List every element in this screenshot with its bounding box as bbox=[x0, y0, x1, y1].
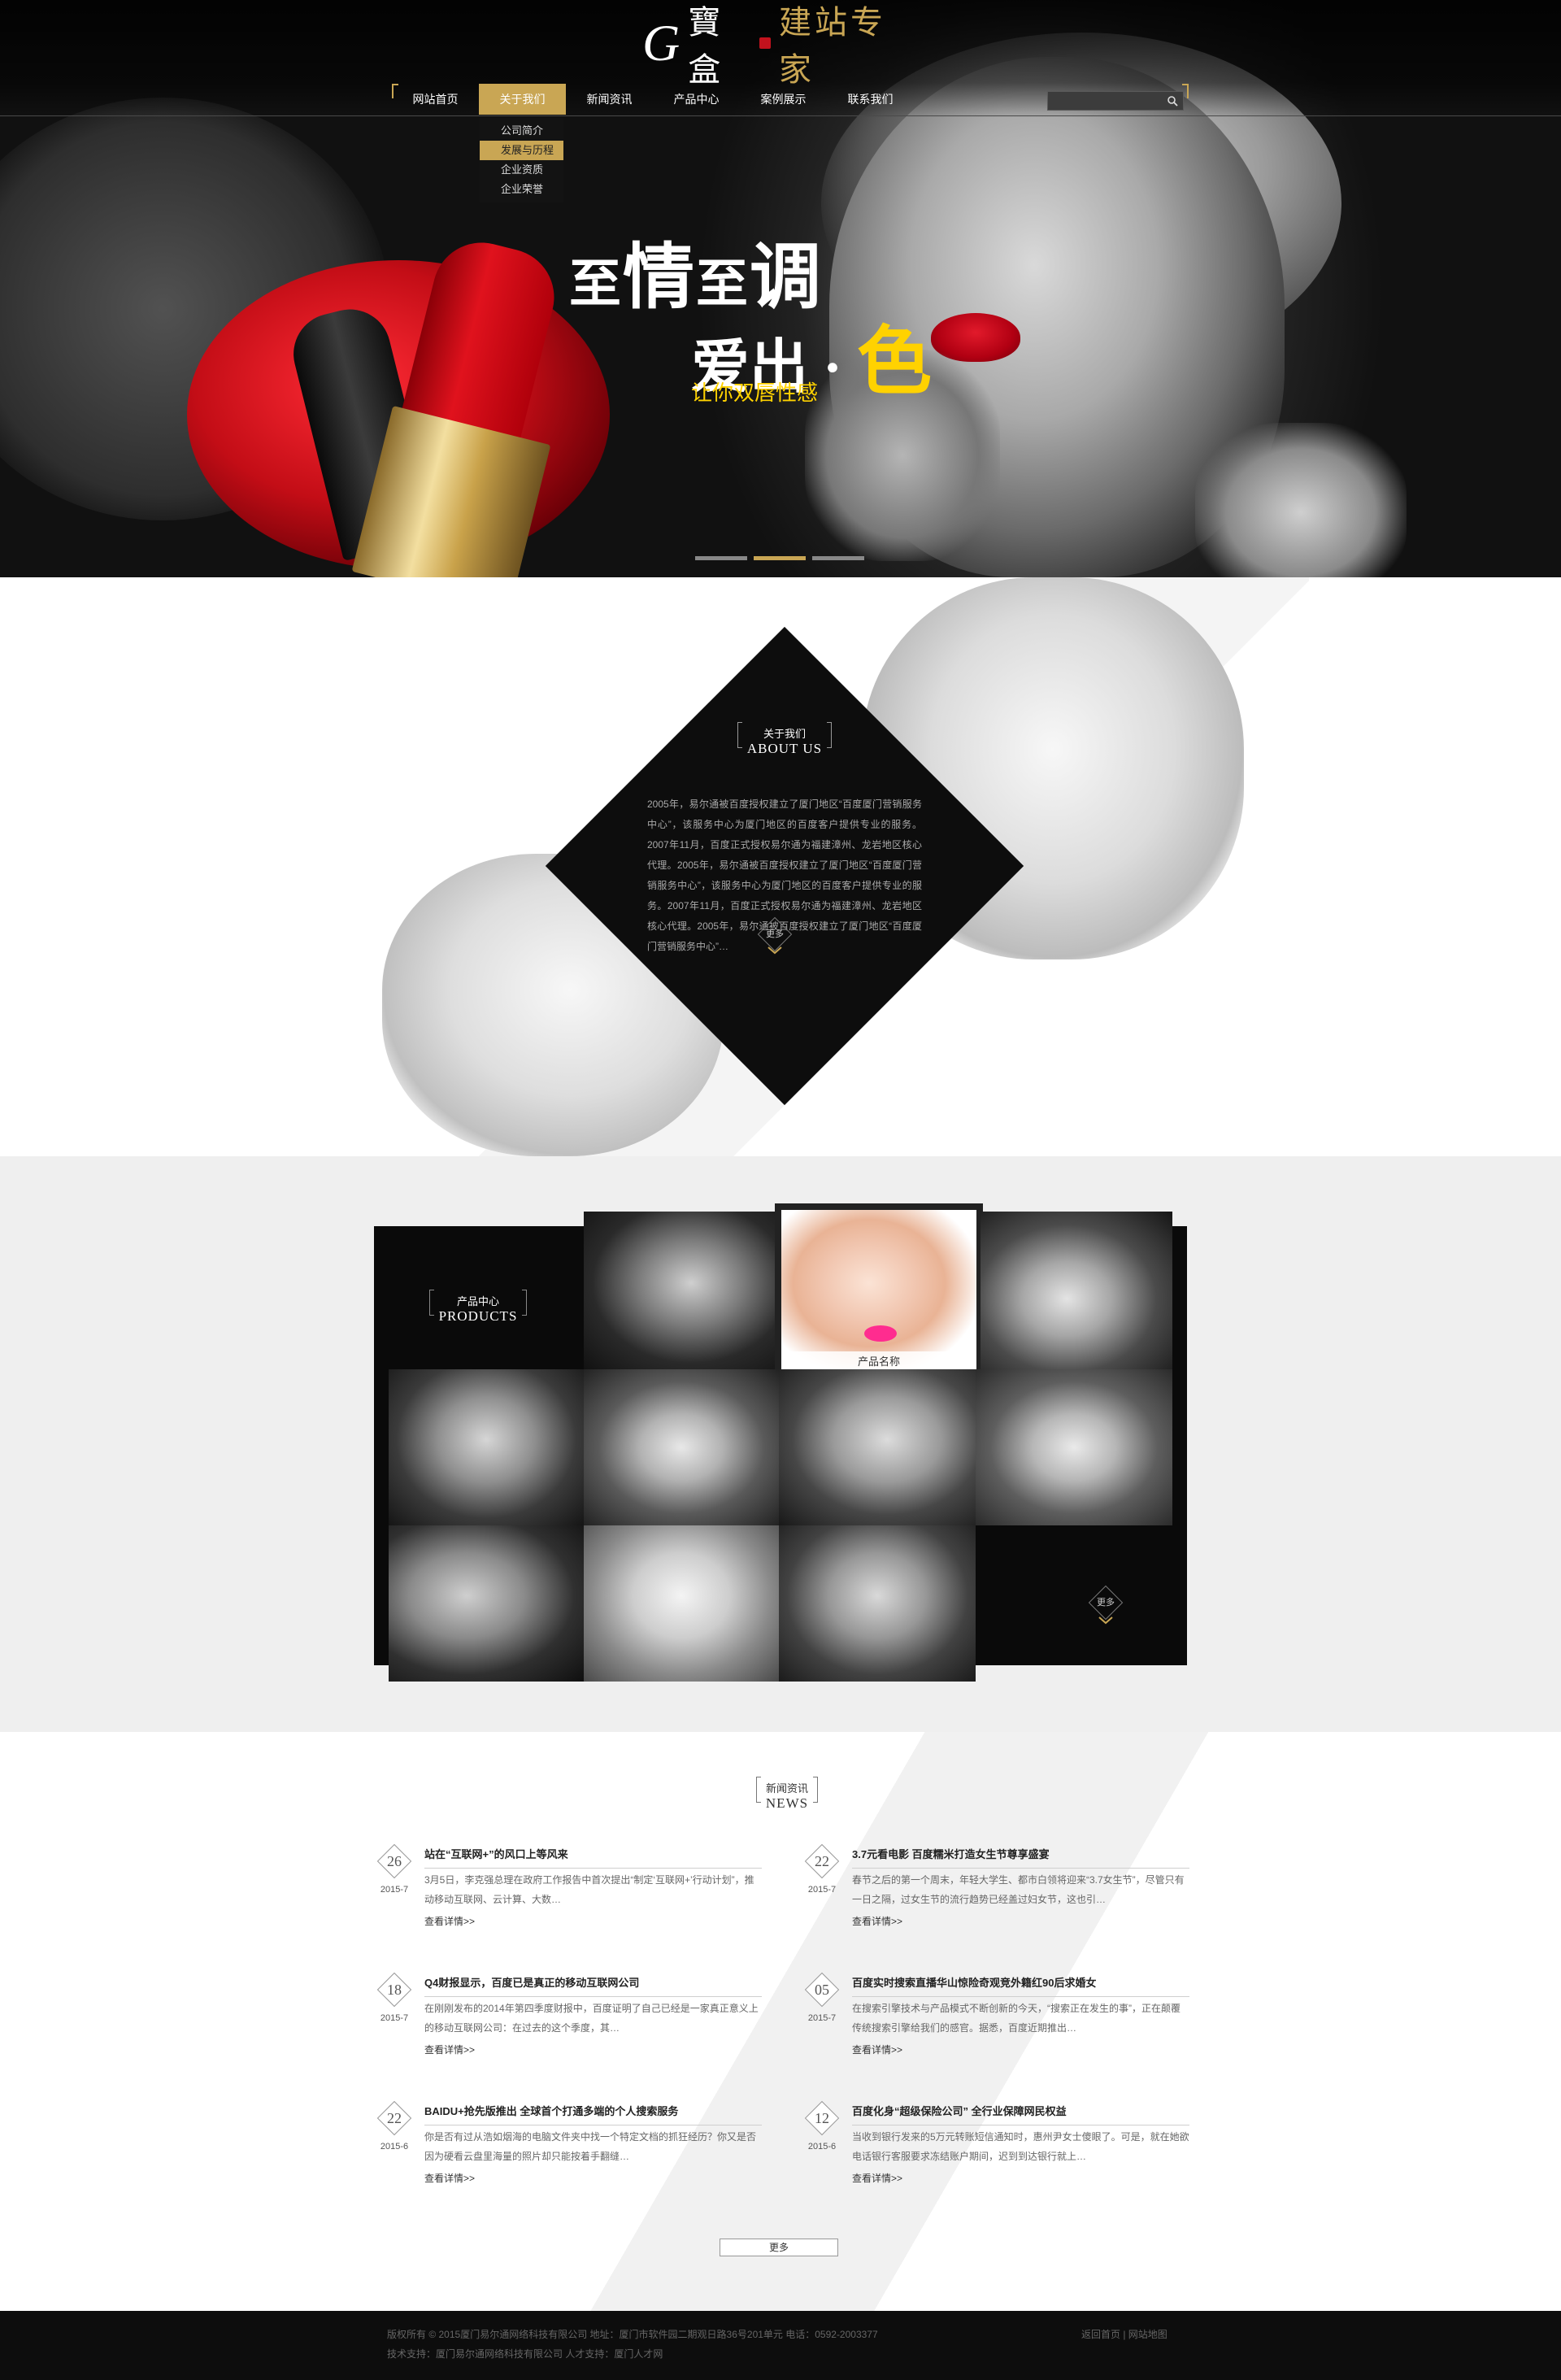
news-title-link[interactable]: 站在“互联网+”的风口上等风来 bbox=[424, 1846, 762, 1869]
news-summary: 春节之后的第一个周末，年轻大学生、都市白领将迎来“3.7女生节”，尽管只有一日之… bbox=[852, 1874, 1185, 1905]
search-icon[interactable] bbox=[1167, 95, 1178, 107]
slider-dot[interactable] bbox=[695, 556, 747, 560]
product-tile[interactable] bbox=[779, 1369, 976, 1525]
news-item: 18 2015-7 Q4财报显示，百度已是真正的移动互联网公司 在刚刚发布的20… bbox=[374, 1972, 762, 2088]
news-title-link[interactable]: BAIDU+抢先版推出 全球首个打通多端的个人搜索服务 bbox=[424, 2103, 762, 2125]
nav-item-products[interactable]: 产品中心 bbox=[653, 84, 740, 115]
news-title-link[interactable]: 百度实时搜索直播华山惊险奇观竞外籍红90后求婚女 bbox=[852, 1974, 1189, 1997]
news-detail-link[interactable]: 查看详情>> bbox=[852, 1914, 902, 1928]
news-more-button[interactable]: 更多 bbox=[720, 2239, 838, 2256]
slider-dot-active[interactable] bbox=[754, 556, 806, 560]
about-title: 关于我们 ABOUT US bbox=[737, 722, 833, 759]
news-title: 新闻资讯 NEWS bbox=[746, 1777, 828, 1813]
submenu-item-history[interactable]: 发展与历程 bbox=[480, 141, 563, 160]
product-tile[interactable] bbox=[976, 1369, 1172, 1525]
news-item: 12 2015-6 百度化身“超级保险公司” 全行业保障网民权益 当收到银行发来… bbox=[802, 2100, 1189, 2217]
news-title-link[interactable]: 百度化身“超级保险公司” 全行业保障网民权益 bbox=[852, 2103, 1189, 2125]
nav-item-contact[interactable]: 联系我们 bbox=[827, 84, 914, 115]
product-tile[interactable] bbox=[584, 1525, 779, 1682]
submenu-item-intro[interactable]: 公司简介 bbox=[480, 121, 563, 141]
site-logo[interactable]: G 寶盒 建站专家 bbox=[642, 4, 919, 88]
nav-item-about[interactable]: 关于我们 bbox=[479, 84, 566, 115]
about-section: 关于我们 ABOUT US 2005年，易尔通被百度授权建立了厦门地区“百度厦门… bbox=[0, 577, 1561, 1156]
news-title-link[interactable]: Q4财报显示，百度已是真正的移动互联网公司 bbox=[424, 1974, 762, 1997]
logo-letter: G bbox=[642, 14, 680, 72]
about-more-button[interactable]: 更多 bbox=[757, 916, 793, 955]
footer-copyright: 版权所有 © 2015厦门易尔通网络科技有限公司 地址：厦门市软件园二期观日路3… bbox=[387, 2329, 878, 2340]
news-detail-link[interactable]: 查看详情>> bbox=[424, 1914, 475, 1928]
product-tile[interactable] bbox=[981, 1212, 1172, 1370]
news-summary: 在刚刚发布的2014年第四季度财报中，百度证明了自己已经是一家真正意义上的移动互… bbox=[424, 2003, 759, 2034]
news-detail-link[interactable]: 查看详情>> bbox=[424, 2171, 475, 2185]
nav-item-home[interactable]: 网站首页 bbox=[392, 84, 479, 115]
site-footer: 版权所有 © 2015厦门易尔通网络科技有限公司 地址：厦门市软件园二期观日路3… bbox=[0, 2311, 1561, 2380]
news-detail-link[interactable]: 查看详情>> bbox=[852, 2043, 902, 2056]
footer-links[interactable]: 返回首页 | 网站地图 bbox=[1081, 2327, 1167, 2341]
footer-support: 技术支持：厦门易尔通网络科技有限公司 人才支持：厦门人才网 bbox=[387, 2348, 663, 2360]
news-detail-link[interactable]: 查看详情>> bbox=[424, 2043, 475, 2056]
product-tile[interactable] bbox=[389, 1369, 584, 1525]
news-section: 新闻资讯 NEWS 26 2015-7 站在“互联网+”的风口上等风来 3月5日… bbox=[0, 1732, 1561, 2311]
about-submenu: 公司简介 发展与历程 企业资质 企业荣誉 bbox=[480, 118, 563, 202]
products-title: 产品中心 PRODUCTS bbox=[389, 1270, 567, 1351]
chevron-down-icon bbox=[1098, 1616, 1113, 1625]
news-summary: 当收到银行发来的5万元转账短信通知时，惠州尹女士傻眼了。可是，就在她欲电话银行客… bbox=[852, 2131, 1189, 2162]
logo-seal-icon bbox=[759, 37, 772, 49]
main-nav: 网站首页 关于我们 新闻资讯 产品中心 案例展示 联系我们 bbox=[0, 84, 1561, 116]
search-box bbox=[1047, 91, 1184, 111]
submenu-item-qualification[interactable]: 企业资质 bbox=[480, 160, 563, 180]
logo-brand: 寶盒 bbox=[688, 4, 721, 88]
product-tile[interactable] bbox=[584, 1369, 779, 1525]
news-detail-link[interactable]: 查看详情>> bbox=[852, 2171, 902, 2185]
slider-dots bbox=[695, 556, 864, 560]
news-title-link[interactable]: 3.7元看电影 百度糯米打造女生节尊享盛宴 bbox=[852, 1846, 1189, 1869]
news-item: 22 2015-7 3.7元看电影 百度糯米打造女生节尊享盛宴 春节之后的第一个… bbox=[802, 1843, 1189, 1960]
news-item: 26 2015-7 站在“互联网+”的风口上等风来 3月5日，李克强总理在政府工… bbox=[374, 1843, 762, 1960]
hero-subtitle: 让你双唇性感 bbox=[691, 381, 819, 405]
hero-banner: G 寶盒 建站专家 网站首页 关于我们 新闻资讯 产品中心 案例展示 联系我们 … bbox=[0, 0, 1561, 577]
news-summary: 在搜索引擎技术与产品模式不断创新的今天，“搜索正在发生的事”，正在颠覆传统搜索引… bbox=[852, 2003, 1181, 2034]
news-summary: 3月5日，李克强总理在政府工作报告中首次提出“制定‘互联网+’行动计划”，推动移… bbox=[424, 1874, 754, 1905]
news-item: 22 2015-6 BAIDU+抢先版推出 全球首个打通多端的个人搜索服务 你是… bbox=[374, 2100, 762, 2217]
slider-dot[interactable] bbox=[812, 556, 864, 560]
product-tile[interactable] bbox=[779, 1525, 976, 1682]
nav-item-news[interactable]: 新闻资讯 bbox=[566, 84, 653, 115]
product-tile-featured[interactable]: 产品名称 bbox=[775, 1203, 983, 1379]
news-item: 05 2015-7 百度实时搜索直播华山惊险奇观竞外籍红90后求婚女 在搜索引擎… bbox=[802, 1972, 1189, 2088]
news-summary: 你是否有过从浩如烟海的电脑文件夹中找一个特定文档的抓狂经历？你又是否因为硬看云盘… bbox=[424, 2131, 757, 2162]
search-input[interactable] bbox=[1048, 92, 1160, 110]
submenu-item-honors[interactable]: 企业荣誉 bbox=[480, 180, 563, 199]
chevron-down-icon bbox=[767, 946, 782, 955]
product-tile[interactable] bbox=[584, 1212, 779, 1370]
logo-slogan: 建站专家 bbox=[779, 4, 887, 88]
nav-item-cases[interactable]: 案例展示 bbox=[740, 84, 827, 115]
product-tile[interactable] bbox=[389, 1525, 584, 1682]
products-more-button[interactable]: 更多 bbox=[1088, 1585, 1124, 1628]
products-section: 产品中心 PRODUCTS 产品名称 更多 bbox=[0, 1156, 1561, 1732]
